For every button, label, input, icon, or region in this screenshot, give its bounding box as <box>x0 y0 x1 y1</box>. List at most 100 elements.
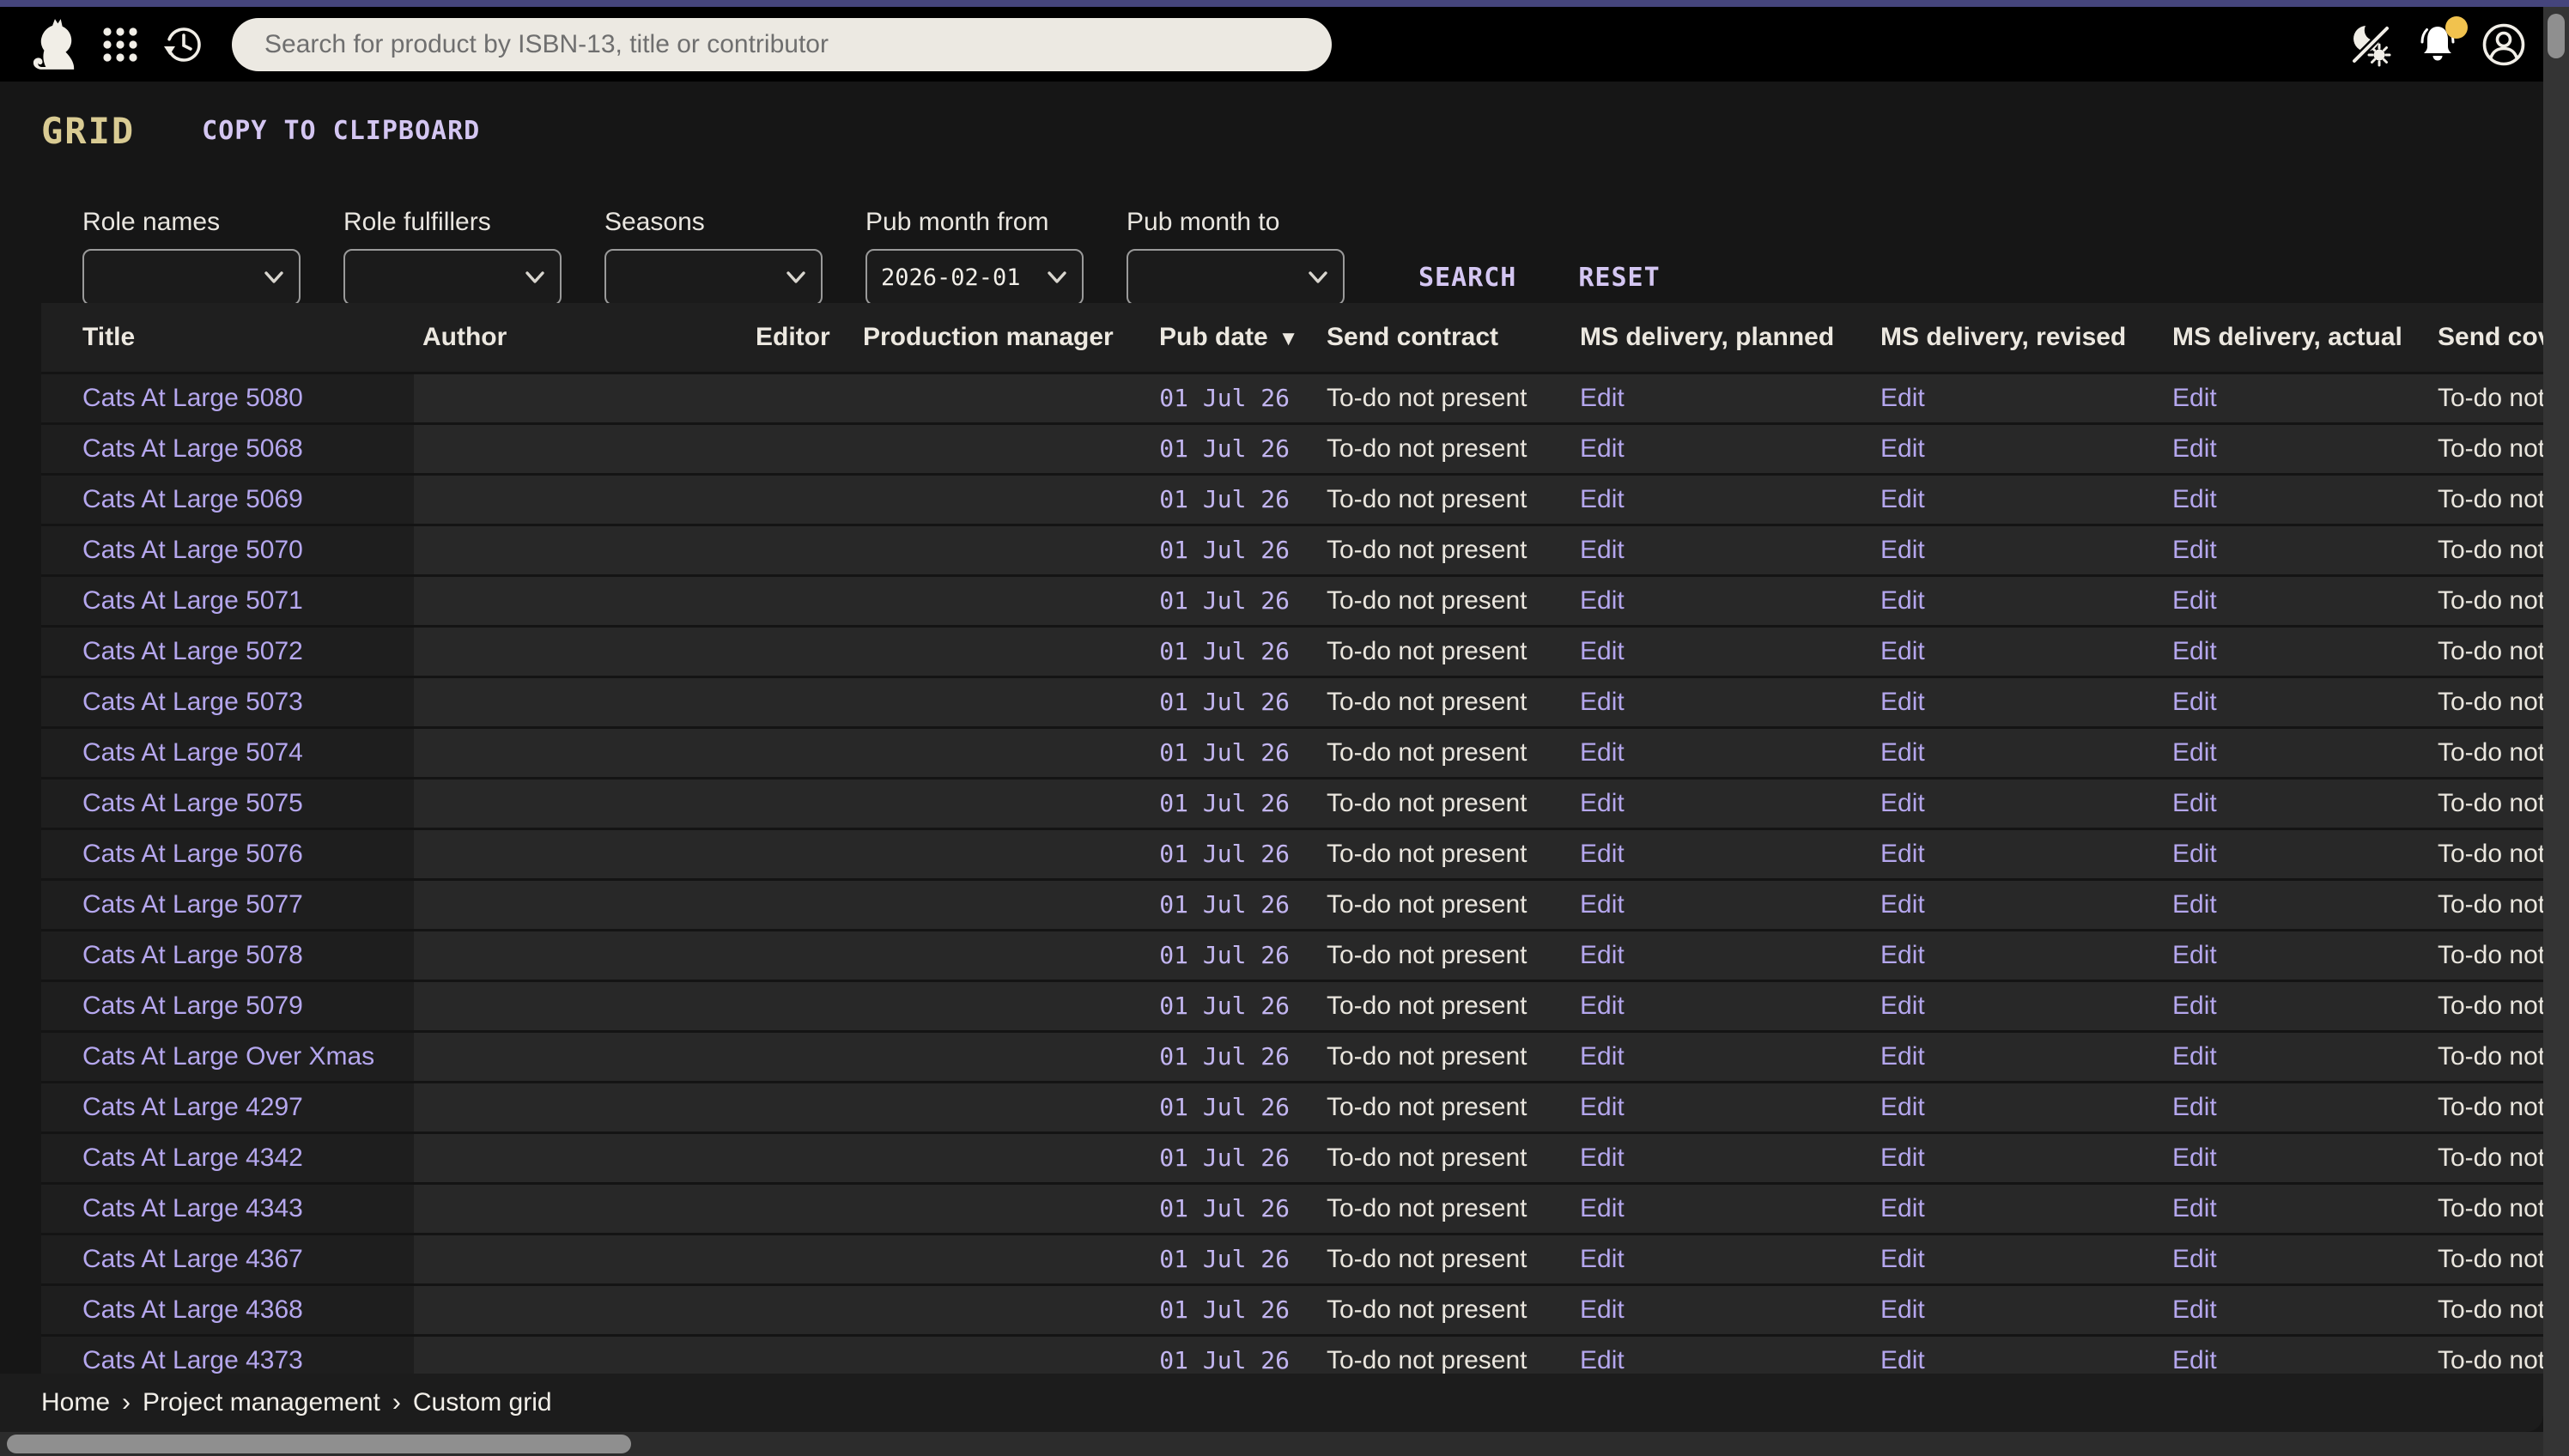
role-fulfillers-select[interactable] <box>343 249 562 306</box>
column-header-editor[interactable]: Editor <box>747 303 854 372</box>
ms-delivery-planned-edit-link[interactable]: Edit <box>1571 476 1872 524</box>
ms-delivery-actual-edit-link[interactable]: Edit <box>2164 931 2434 980</box>
role-names-select[interactable] <box>82 249 301 306</box>
ms-delivery-revised-edit-link[interactable]: Edit <box>1872 1083 2164 1131</box>
breadcrumb-project-management-link[interactable]: Project management <box>143 1388 380 1417</box>
column-header-ms-delivery-actual[interactable]: MS delivery, actual <box>2164 303 2434 372</box>
column-header-ms-delivery-revised[interactable]: MS delivery, revised <box>1872 303 2164 372</box>
notifications-button[interactable] <box>2416 23 2459 66</box>
title-link[interactable]: Cats At Large 5078 <box>41 931 414 980</box>
ms-delivery-revised-edit-link[interactable]: Edit <box>1872 1235 2164 1283</box>
ms-delivery-revised-edit-link[interactable]: Edit <box>1872 1337 2164 1374</box>
ms-delivery-revised-edit-link[interactable]: Edit <box>1872 1286 2164 1334</box>
ms-delivery-planned-edit-link[interactable]: Edit <box>1571 526 1872 574</box>
ms-delivery-actual-edit-link[interactable]: Edit <box>2164 374 2434 422</box>
ms-delivery-revised-edit-link[interactable]: Edit <box>1872 526 2164 574</box>
title-link[interactable]: Cats At Large 5070 <box>41 526 414 574</box>
ms-delivery-planned-edit-link[interactable]: Edit <box>1571 931 1872 980</box>
title-link[interactable]: Cats At Large 4343 <box>41 1185 414 1233</box>
ms-delivery-actual-edit-link[interactable]: Edit <box>2164 678 2434 726</box>
ms-delivery-actual-edit-link[interactable]: Edit <box>2164 425 2434 473</box>
column-header-title[interactable]: Title <box>41 303 414 372</box>
ms-delivery-revised-edit-link[interactable]: Edit <box>1872 1033 2164 1081</box>
ms-delivery-planned-edit-link[interactable]: Edit <box>1571 678 1872 726</box>
ms-delivery-revised-edit-link[interactable]: Edit <box>1872 729 2164 777</box>
ms-delivery-actual-edit-link[interactable]: Edit <box>2164 1337 2434 1374</box>
title-link[interactable]: Cats At Large 5080 <box>41 374 414 422</box>
ms-delivery-actual-edit-link[interactable]: Edit <box>2164 982 2434 1030</box>
ms-delivery-revised-edit-link[interactable]: Edit <box>1872 982 2164 1030</box>
copy-to-clipboard-button[interactable]: COPY TO CLIPBOARD <box>202 116 480 146</box>
ms-delivery-planned-edit-link[interactable]: Edit <box>1571 881 1872 929</box>
ms-delivery-planned-edit-link[interactable]: Edit <box>1571 830 1872 878</box>
ms-delivery-revised-edit-link[interactable]: Edit <box>1872 1134 2164 1182</box>
ms-delivery-planned-edit-link[interactable]: Edit <box>1571 374 1872 422</box>
title-link[interactable]: Cats At Large 5073 <box>41 678 414 726</box>
ms-delivery-revised-edit-link[interactable]: Edit <box>1872 780 2164 828</box>
ms-delivery-planned-edit-link[interactable]: Edit <box>1571 729 1872 777</box>
ms-delivery-actual-edit-link[interactable]: Edit <box>2164 1286 2434 1334</box>
title-link[interactable]: Cats At Large Over Xmas <box>41 1033 414 1081</box>
ms-delivery-planned-edit-link[interactable]: Edit <box>1571 1337 1872 1374</box>
ms-delivery-planned-edit-link[interactable]: Edit <box>1571 982 1872 1030</box>
cat-logo-button[interactable] <box>31 17 77 72</box>
title-link[interactable]: Cats At Large 5077 <box>41 881 414 929</box>
ms-delivery-actual-edit-link[interactable]: Edit <box>2164 1185 2434 1233</box>
title-link[interactable]: Cats At Large 4373 <box>41 1337 414 1374</box>
horizontal-scrollbar[interactable] <box>0 1432 2569 1456</box>
ms-delivery-planned-edit-link[interactable]: Edit <box>1571 628 1872 676</box>
ms-delivery-actual-edit-link[interactable]: Edit <box>2164 526 2434 574</box>
ms-delivery-actual-edit-link[interactable]: Edit <box>2164 780 2434 828</box>
title-link[interactable]: Cats At Large 5079 <box>41 982 414 1030</box>
ms-delivery-planned-edit-link[interactable]: Edit <box>1571 1286 1872 1334</box>
ms-delivery-actual-edit-link[interactable]: Edit <box>2164 830 2434 878</box>
ms-delivery-planned-edit-link[interactable]: Edit <box>1571 577 1872 625</box>
ms-delivery-actual-edit-link[interactable]: Edit <box>2164 1033 2434 1081</box>
ms-delivery-actual-edit-link[interactable]: Edit <box>2164 628 2434 676</box>
ms-delivery-planned-edit-link[interactable]: Edit <box>1571 780 1872 828</box>
title-link[interactable]: Cats At Large 5071 <box>41 577 414 625</box>
seasons-select[interactable] <box>604 249 823 306</box>
ms-delivery-revised-edit-link[interactable]: Edit <box>1872 476 2164 524</box>
apps-menu-button[interactable] <box>101 26 139 64</box>
column-header-author[interactable]: Author <box>414 303 747 372</box>
ms-delivery-revised-edit-link[interactable]: Edit <box>1872 678 2164 726</box>
column-header-pub-date[interactable]: Pub date▼ <box>1151 303 1297 372</box>
title-link[interactable]: Cats At Large 5069 <box>41 476 414 524</box>
breadcrumb-home-link[interactable]: Home <box>41 1388 110 1417</box>
ms-delivery-planned-edit-link[interactable]: Edit <box>1571 1083 1872 1131</box>
title-link[interactable]: Cats At Large 5074 <box>41 729 414 777</box>
ms-delivery-actual-edit-link[interactable]: Edit <box>2164 881 2434 929</box>
pub-month-from-select[interactable]: 2026-02-01 <box>865 249 1084 306</box>
title-link[interactable]: Cats At Large 5076 <box>41 830 414 878</box>
search-input[interactable] <box>232 18 1332 71</box>
theme-toggle-button[interactable] <box>2347 21 2394 68</box>
title-link[interactable]: Cats At Large 4297 <box>41 1083 414 1131</box>
ms-delivery-planned-edit-link[interactable]: Edit <box>1571 1033 1872 1081</box>
ms-delivery-actual-edit-link[interactable]: Edit <box>2164 476 2434 524</box>
search-button[interactable]: SEARCH <box>1418 263 1516 293</box>
ms-delivery-revised-edit-link[interactable]: Edit <box>1872 931 2164 980</box>
ms-delivery-revised-edit-link[interactable]: Edit <box>1872 374 2164 422</box>
ms-delivery-revised-edit-link[interactable]: Edit <box>1872 577 2164 625</box>
pub-month-to-select[interactable] <box>1127 249 1345 306</box>
ms-delivery-planned-edit-link[interactable]: Edit <box>1571 1185 1872 1233</box>
title-link[interactable]: Cats At Large 5068 <box>41 425 414 473</box>
title-link[interactable]: Cats At Large 5072 <box>41 628 414 676</box>
ms-delivery-planned-edit-link[interactable]: Edit <box>1571 1235 1872 1283</box>
column-header-ms-delivery-planned[interactable]: MS delivery, planned <box>1571 303 1872 372</box>
ms-delivery-actual-edit-link[interactable]: Edit <box>2164 577 2434 625</box>
title-link[interactable]: Cats At Large 4342 <box>41 1134 414 1182</box>
ms-delivery-actual-edit-link[interactable]: Edit <box>2164 1134 2434 1182</box>
ms-delivery-revised-edit-link[interactable]: Edit <box>1872 425 2164 473</box>
title-link[interactable]: Cats At Large 5075 <box>41 780 414 828</box>
ms-delivery-actual-edit-link[interactable]: Edit <box>2164 729 2434 777</box>
ms-delivery-revised-edit-link[interactable]: Edit <box>1872 830 2164 878</box>
title-link[interactable]: Cats At Large 4368 <box>41 1286 414 1334</box>
reset-button[interactable]: RESET <box>1578 263 1660 293</box>
ms-delivery-revised-edit-link[interactable]: Edit <box>1872 881 2164 929</box>
ms-delivery-planned-edit-link[interactable]: Edit <box>1571 1134 1872 1182</box>
ms-delivery-actual-edit-link[interactable]: Edit <box>2164 1235 2434 1283</box>
vertical-scrollbar[interactable] <box>2543 7 2569 1456</box>
ms-delivery-planned-edit-link[interactable]: Edit <box>1571 425 1872 473</box>
